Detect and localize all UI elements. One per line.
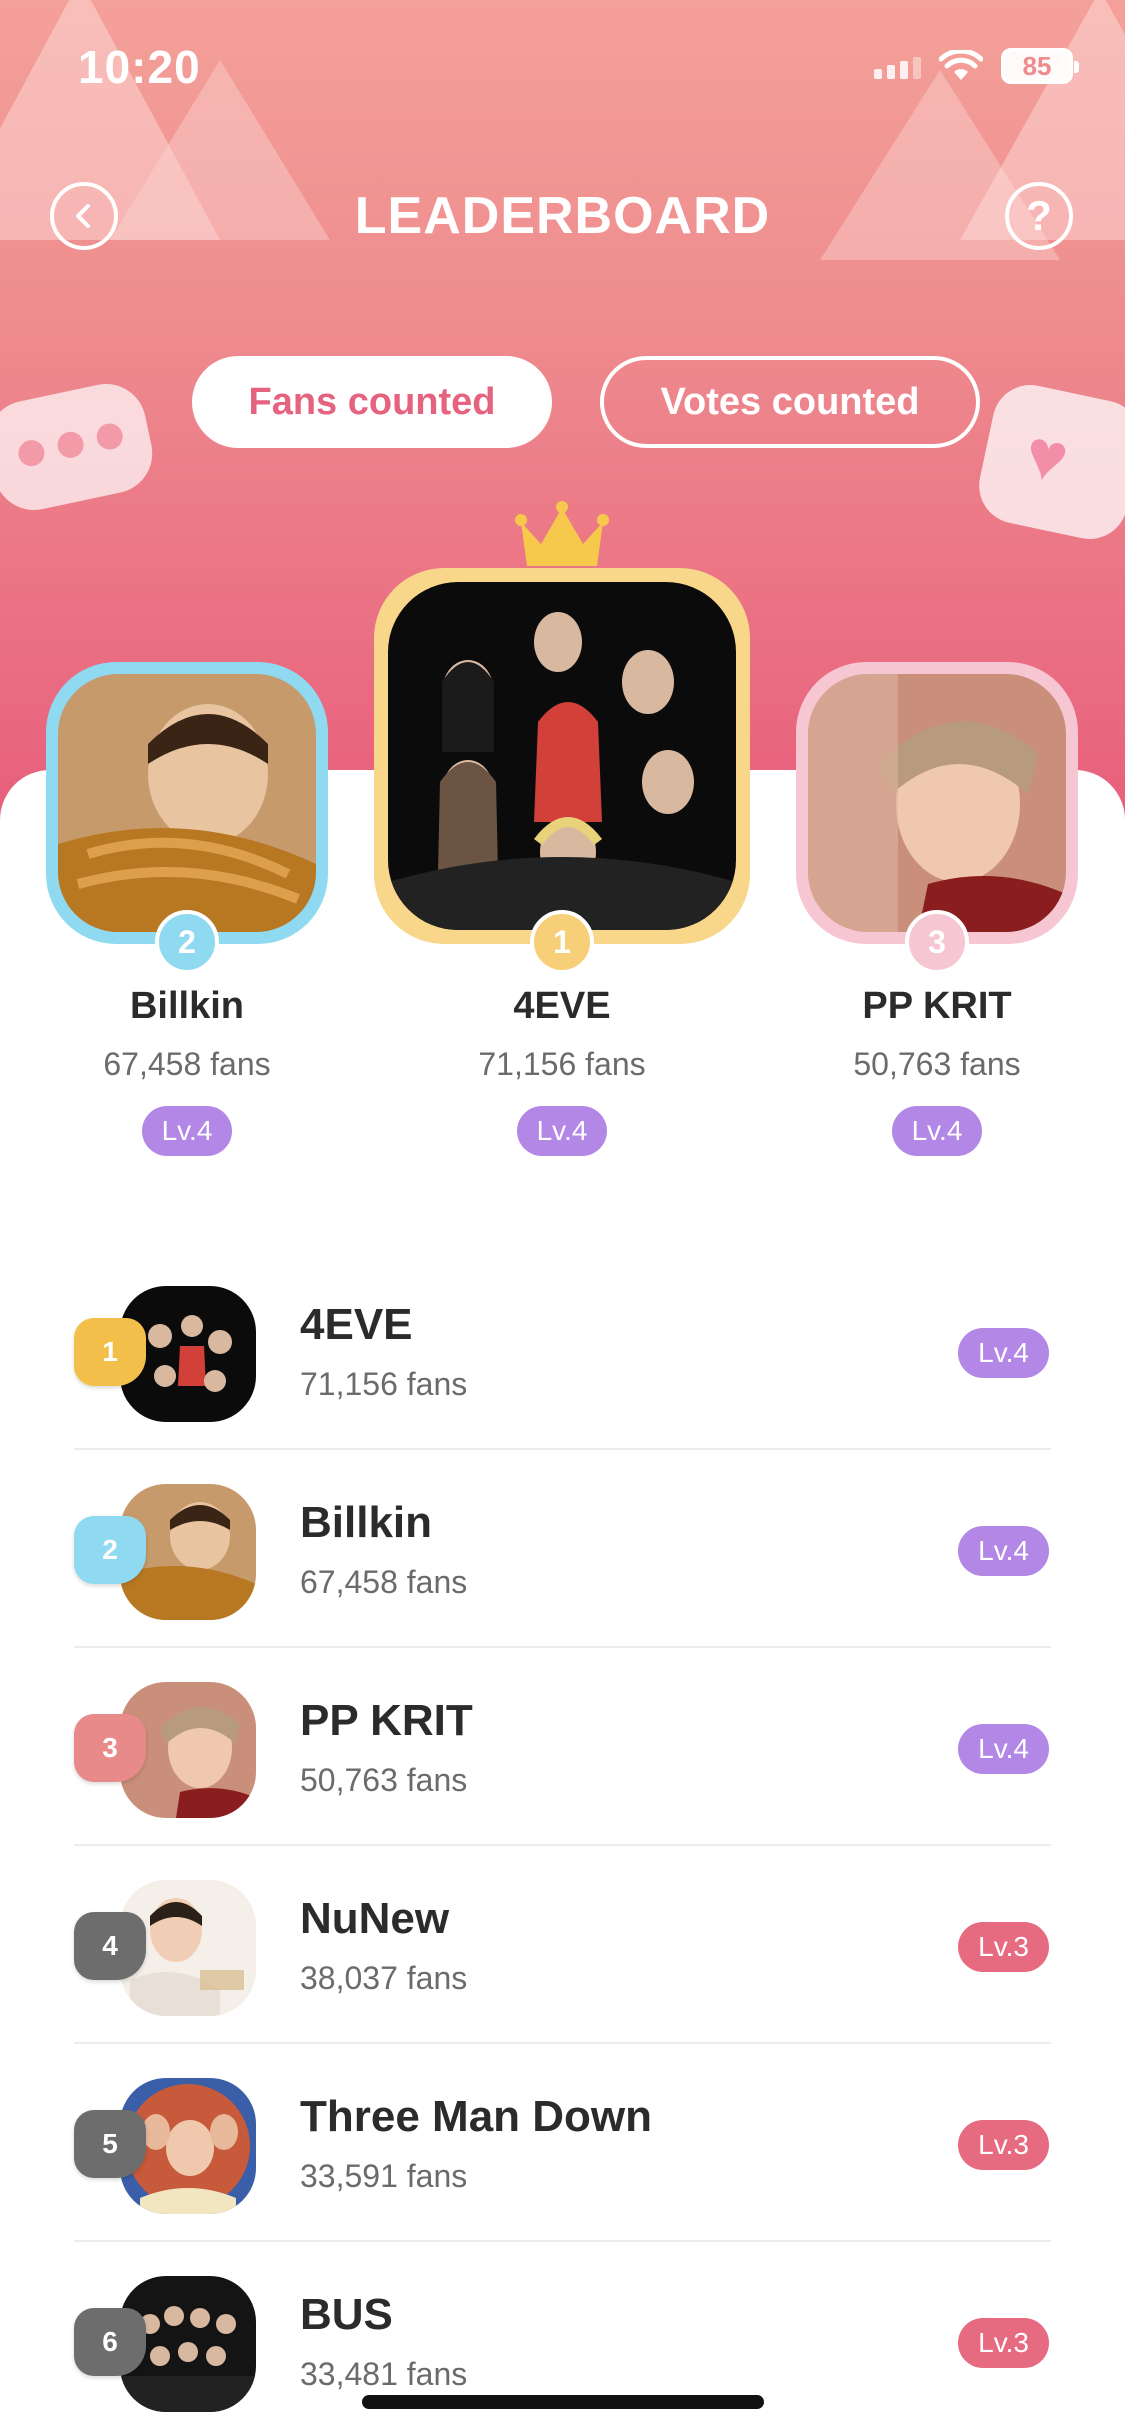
artist-name: Billkin xyxy=(300,1498,433,1547)
status-icons: 85 xyxy=(874,48,1079,84)
level-badge: Lv.4 xyxy=(958,1724,1049,1774)
rank-badge: 1 xyxy=(74,1318,146,1386)
podium-rank-badge: 1 xyxy=(530,910,594,974)
help-question-icon: ? xyxy=(1026,192,1052,239)
podium-rank-badge: 3 xyxy=(905,910,969,974)
fan-count: 67,458 fans xyxy=(300,1564,468,1600)
level-badge: Lv.4 xyxy=(958,1526,1049,1576)
signal-icon xyxy=(874,53,921,79)
podium-avatar-billkin[interactable] xyxy=(46,662,328,944)
tab-fans-counted[interactable]: Fans counted xyxy=(192,356,552,448)
artist-name: 4EVE xyxy=(300,1300,413,1349)
battery-icon: 85 xyxy=(1001,48,1079,84)
podium-fans: 50,763 fans xyxy=(853,1046,1021,1082)
podium-level-wrap: Lv.4 xyxy=(37,1106,337,1156)
level-badge: Lv.4 xyxy=(891,1106,983,1156)
podium-name: 4EVE xyxy=(513,985,611,1027)
fan-count: 71,156 fans xyxy=(300,1366,468,1402)
rank-badge: 2 xyxy=(74,1516,146,1584)
podium-fans: 67,458 fans xyxy=(103,1046,271,1082)
list-item[interactable]: 1 4EVE 71,156 fans Lv.4 xyxy=(0,1270,1125,1468)
podium-name: Billkin xyxy=(129,985,245,1027)
artist-name: NuNew xyxy=(300,1894,450,1943)
divider xyxy=(74,1844,1051,1846)
wifi-icon xyxy=(939,50,983,80)
divider xyxy=(74,1448,1051,1450)
level-badge: Lv.3 xyxy=(958,2120,1049,2170)
level-badge: Lv.3 xyxy=(958,2318,1049,2368)
level-badge: Lv.4 xyxy=(958,1328,1049,1378)
status-time: 10:20 xyxy=(78,41,201,93)
list-item[interactable]: 6 BUS 33,481 fans Lv.3 xyxy=(0,2260,1125,2436)
list-item[interactable]: 2 Billkin 67,458 fans Lv.4 xyxy=(0,1468,1125,1666)
podium-name: PP KRIT xyxy=(862,985,1012,1027)
help-button[interactable]: ? xyxy=(1005,182,1073,250)
rank-badge: 5 xyxy=(74,2110,146,2178)
fan-count: 50,763 fans xyxy=(300,1762,468,1798)
podium-rank-badge: 2 xyxy=(155,910,219,974)
divider xyxy=(74,2042,1051,2044)
level-badge: Lv.3 xyxy=(958,1922,1049,1972)
podium-level-wrap: Lv.4 xyxy=(412,1106,712,1156)
divider xyxy=(74,2240,1051,2242)
tab-votes-counted[interactable]: Votes counted xyxy=(600,356,980,448)
rank-badge: 4 xyxy=(74,1912,146,1980)
artist-name: PP KRIT xyxy=(300,1696,473,1745)
page-title: LEADERBOARD xyxy=(354,187,771,245)
list-item[interactable]: 3 PP KRIT 50,763 fans Lv.4 xyxy=(0,1666,1125,1864)
podium-fans: 71,156 fans xyxy=(478,1046,646,1082)
level-badge: Lv.4 xyxy=(141,1106,233,1156)
podium-avatar-pp-krit[interactable] xyxy=(796,662,1078,944)
rank-badge: 3 xyxy=(74,1714,146,1782)
rank-badge: 6 xyxy=(74,2308,146,2376)
divider xyxy=(74,1646,1051,1648)
list-item[interactable]: 4 NuNew 38,037 fans Lv.3 xyxy=(0,1864,1125,2062)
battery-level: 85 xyxy=(1022,50,1052,81)
home-indicator[interactable] xyxy=(362,2395,764,2409)
podium-avatar-4eve[interactable] xyxy=(374,568,750,944)
fan-count: 33,591 fans xyxy=(300,2158,468,2194)
fan-count: 33,481 fans xyxy=(300,2356,468,2392)
list-item[interactable]: 5 Three Man Down 33,591 fans Lv.3 xyxy=(0,2062,1125,2260)
podium-level-wrap: Lv.4 xyxy=(787,1106,1087,1156)
level-badge: Lv.4 xyxy=(516,1106,608,1156)
artist-name: Three Man Down xyxy=(300,2092,653,2141)
artist-name: BUS xyxy=(300,2290,393,2339)
crown-icon xyxy=(515,501,609,566)
fan-count: 38,037 fans xyxy=(300,1960,468,1996)
